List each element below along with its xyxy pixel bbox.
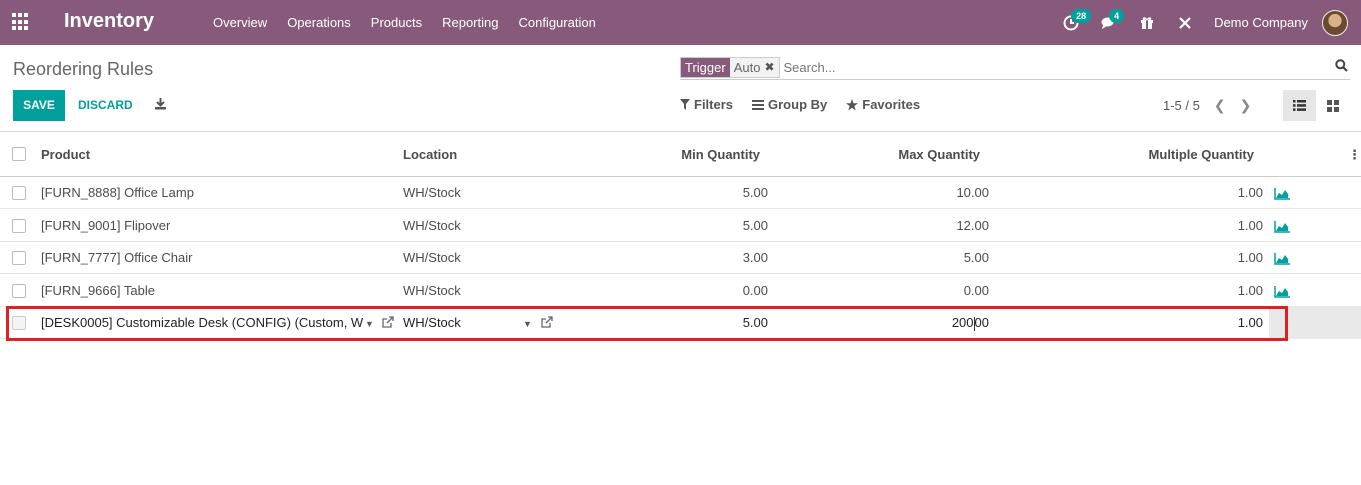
search-options: Filters Group By Favorites: [680, 97, 939, 112]
location-cell[interactable]: WH/Stock: [403, 177, 461, 209]
optional-columns-icon[interactable]: ⋮: [1348, 132, 1361, 177]
breadcrumb: Reordering Rules: [13, 59, 154, 79]
menu-item-configuration[interactable]: Configuration: [508, 0, 605, 45]
search-input[interactable]: [783, 59, 1304, 75]
table-row[interactable]: [FURN_7777] Office Chair WH/Stock 3.00 5…: [0, 242, 1361, 274]
activity-count-badge: 28: [1071, 8, 1092, 23]
location-cell[interactable]: WH/Stock: [403, 242, 461, 274]
save-button[interactable]: SAVE: [13, 90, 65, 121]
star-icon: [846, 98, 859, 110]
row-checkbox[interactable]: [12, 284, 26, 298]
table-row[interactable]: [FURN_8888] Office Lamp WH/Stock 5.00 10…: [0, 177, 1361, 209]
search-icon[interactable]: [1335, 59, 1348, 75]
groupby-label: Group By: [768, 97, 828, 112]
column-header-multiple-quantity[interactable]: Multiple Quantity: [1000, 132, 1254, 177]
product-cell[interactable]: [FURN_8888] Office Lamp: [41, 177, 194, 209]
row-checkbox[interactable]: [12, 251, 26, 265]
multiple-quantity-cell[interactable]: 1.00: [1063, 177, 1263, 209]
company-switcher[interactable]: Demo Company: [1214, 15, 1308, 30]
min-quantity-cell[interactable]: 3.00: [568, 242, 768, 274]
max-quantity-cell[interactable]: 0.00: [789, 275, 989, 307]
list-icon: [752, 99, 765, 110]
product-cell[interactable]: [FURN_9001] Flipover: [41, 210, 170, 242]
multiple-quantity-cell[interactable]: 1.00: [1063, 242, 1263, 274]
menu-item-reporting[interactable]: Reporting: [432, 0, 508, 45]
product-cell[interactable]: [FURN_7777] Office Chair: [41, 242, 193, 274]
filters-label: Filters: [694, 97, 734, 112]
pager-previous-icon[interactable]: ❮: [1214, 97, 1226, 114]
download-icon[interactable]: [154, 97, 167, 113]
forecast-chart-icon[interactable]: [1274, 177, 1290, 209]
column-header-max-quantity[interactable]: Max Quantity: [780, 132, 980, 177]
apps-menu-icon[interactable]: [12, 13, 30, 31]
discard-button[interactable]: DISCARD: [78, 90, 133, 121]
list-view-icon: [1293, 100, 1306, 111]
column-header-location[interactable]: Location: [403, 132, 457, 177]
max-quantity-cell[interactable]: 10.00: [789, 177, 989, 209]
main-menu: Overview Operations Products Reporting C…: [203, 0, 606, 45]
messages-count-badge: 4: [1109, 8, 1125, 23]
highlight-box: [6, 306, 1288, 341]
activity-clock-icon[interactable]: 28: [1060, 8, 1092, 34]
forecast-chart-icon[interactable]: [1274, 210, 1290, 242]
search-bar: Trigger Auto ✖: [680, 55, 1350, 80]
systray: 28 4 Demo Company: [1052, 0, 1361, 45]
pager: 1-5 / 5 ❮ ❯: [1163, 97, 1251, 114]
app-title[interactable]: Inventory: [64, 10, 154, 33]
kanban-view-icon: [1326, 99, 1339, 112]
location-cell[interactable]: WH/Stock: [403, 275, 461, 307]
search-facet: Trigger Auto ✖: [680, 56, 780, 78]
favorites-label: Favorites: [862, 97, 921, 112]
user-avatar[interactable]: [1322, 9, 1348, 36]
forecast-chart-icon[interactable]: [1274, 242, 1290, 274]
column-header-product[interactable]: Product: [41, 132, 90, 177]
pager-value[interactable]: 1-5 / 5: [1163, 98, 1200, 113]
menu-item-products[interactable]: Products: [361, 0, 432, 45]
facet-value-text: Auto: [733, 59, 761, 75]
control-panel: Reordering Rules Trigger Auto ✖ SAVE DIS…: [0, 45, 1361, 132]
facet-label: Trigger: [681, 57, 730, 77]
max-quantity-cell[interactable]: 12.00: [789, 210, 989, 242]
row-checkbox[interactable]: [12, 219, 26, 233]
min-quantity-cell[interactable]: 5.00: [568, 177, 768, 209]
filters-dropdown[interactable]: Filters: [680, 97, 733, 112]
list-view-button[interactable]: [1283, 90, 1316, 121]
multiple-quantity-cell[interactable]: 1.00: [1063, 210, 1263, 242]
max-quantity-cell[interactable]: 5.00: [789, 242, 989, 274]
facet-remove-icon[interactable]: ✖: [764, 58, 774, 77]
column-header-min-quantity[interactable]: Min Quantity: [560, 132, 760, 177]
menu-item-overview[interactable]: Overview: [203, 0, 277, 45]
multiple-quantity-cell[interactable]: 1.00: [1063, 275, 1263, 307]
product-cell[interactable]: [FURN_9666] Table: [41, 275, 155, 307]
min-quantity-cell[interactable]: 0.00: [568, 275, 768, 307]
row-checkbox[interactable]: [12, 186, 26, 200]
favorites-dropdown[interactable]: Favorites: [846, 97, 920, 112]
pager-next-icon[interactable]: ❯: [1240, 97, 1252, 114]
top-navbar: Inventory Overview Operations Products R…: [0, 0, 1361, 45]
view-switcher: [1283, 90, 1349, 121]
menu-item-operations[interactable]: Operations: [277, 0, 361, 45]
facet-value: Auto ✖: [729, 57, 779, 77]
filter-icon: [680, 99, 690, 110]
kanban-view-button[interactable]: [1316, 90, 1349, 121]
select-all-checkbox[interactable]: [12, 147, 26, 161]
table-header: Product Location Min Quantity Max Quanti…: [0, 132, 1361, 177]
messages-icon[interactable]: 4: [1098, 8, 1125, 34]
min-quantity-cell[interactable]: 5.00: [568, 210, 768, 242]
gift-icon[interactable]: [1136, 12, 1158, 34]
forecast-chart-icon[interactable]: [1274, 275, 1290, 307]
table-row[interactable]: [FURN_9666] Table WH/Stock 0.00 0.00 1.0…: [0, 275, 1361, 307]
groupby-dropdown[interactable]: Group By: [752, 97, 827, 112]
table-row[interactable]: [FURN_9001] Flipover WH/Stock 5.00 12.00…: [0, 210, 1361, 242]
debug-tools-icon[interactable]: [1174, 12, 1196, 34]
location-cell[interactable]: WH/Stock: [403, 210, 461, 242]
